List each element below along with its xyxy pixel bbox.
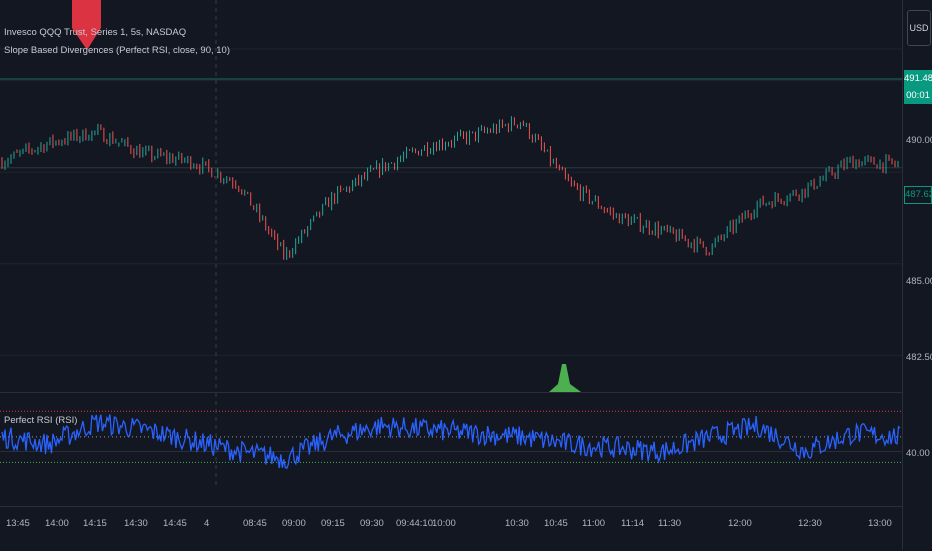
price-pane[interactable]: Invesco QQQ Trust, Series 1, 5s, NASDAQ … xyxy=(0,0,902,392)
rsi-chart[interactable] xyxy=(0,393,902,488)
time-label: 14:00 xyxy=(45,518,69,529)
currency-button[interactable]: USD xyxy=(907,10,931,46)
time-label: 10:00 xyxy=(432,518,456,529)
time-label: 11:14 xyxy=(621,518,645,529)
time-label: 10:30 xyxy=(505,518,529,529)
price-tick-485: 485.00 xyxy=(906,276,932,287)
time-label: 09:44:10 xyxy=(396,518,433,529)
price-chart[interactable] xyxy=(0,0,902,392)
time-label: 4 xyxy=(204,518,210,529)
time-label: 13:00 xyxy=(868,518,892,529)
time-label: 12:00 xyxy=(728,518,752,529)
time-label: 14:15 xyxy=(83,518,107,529)
last-price-tag: 491.48 xyxy=(904,70,932,87)
time-label: 11:00 xyxy=(582,518,606,529)
current-price-tag: 487.62 xyxy=(904,186,932,204)
indicator-legend[interactable]: Slope Based Divergences (Perfect RSI, cl… xyxy=(4,45,230,56)
price-tick-490: 490.00 xyxy=(906,135,932,146)
bar-countdown-tag: 00:01 xyxy=(904,87,932,104)
oscillator-legend[interactable]: Perfect RSI (RSI) xyxy=(4,415,77,426)
time-label: 11:30 xyxy=(658,518,682,529)
time-label: 14:30 xyxy=(124,518,148,529)
bullish-divergence-marker xyxy=(549,364,581,392)
series-legend[interactable]: Invesco QQQ Trust, Series 1, 5s, NASDAQ xyxy=(4,27,186,38)
oscillator-pane[interactable]: Perfect RSI (RSI) xyxy=(0,392,902,488)
bearish-divergence-marker xyxy=(72,0,101,50)
time-axis[interactable]: 13:45 14:00 14:15 14:30 14:45 4 08:45 09:00 09:1… xyxy=(0,506,902,551)
time-label: 12:30 xyxy=(798,518,822,529)
time-label: 13:45 xyxy=(6,518,30,529)
rsi-line xyxy=(1,414,901,470)
price-tick-482-50: 482.50 xyxy=(906,352,932,363)
time-label: 09:30 xyxy=(360,518,384,529)
time-label: 14:45 xyxy=(163,518,187,529)
rsi-tick-40: 40.00 xyxy=(906,448,930,459)
price-axis[interactable]: USD 491.48 00:01 487.62 490.00 485.00 48… xyxy=(902,0,932,550)
time-label: 09:00 xyxy=(282,518,306,529)
time-label: 08:45 xyxy=(243,518,267,529)
time-label: 10:45 xyxy=(544,518,568,529)
time-label: 09:15 xyxy=(321,518,345,529)
